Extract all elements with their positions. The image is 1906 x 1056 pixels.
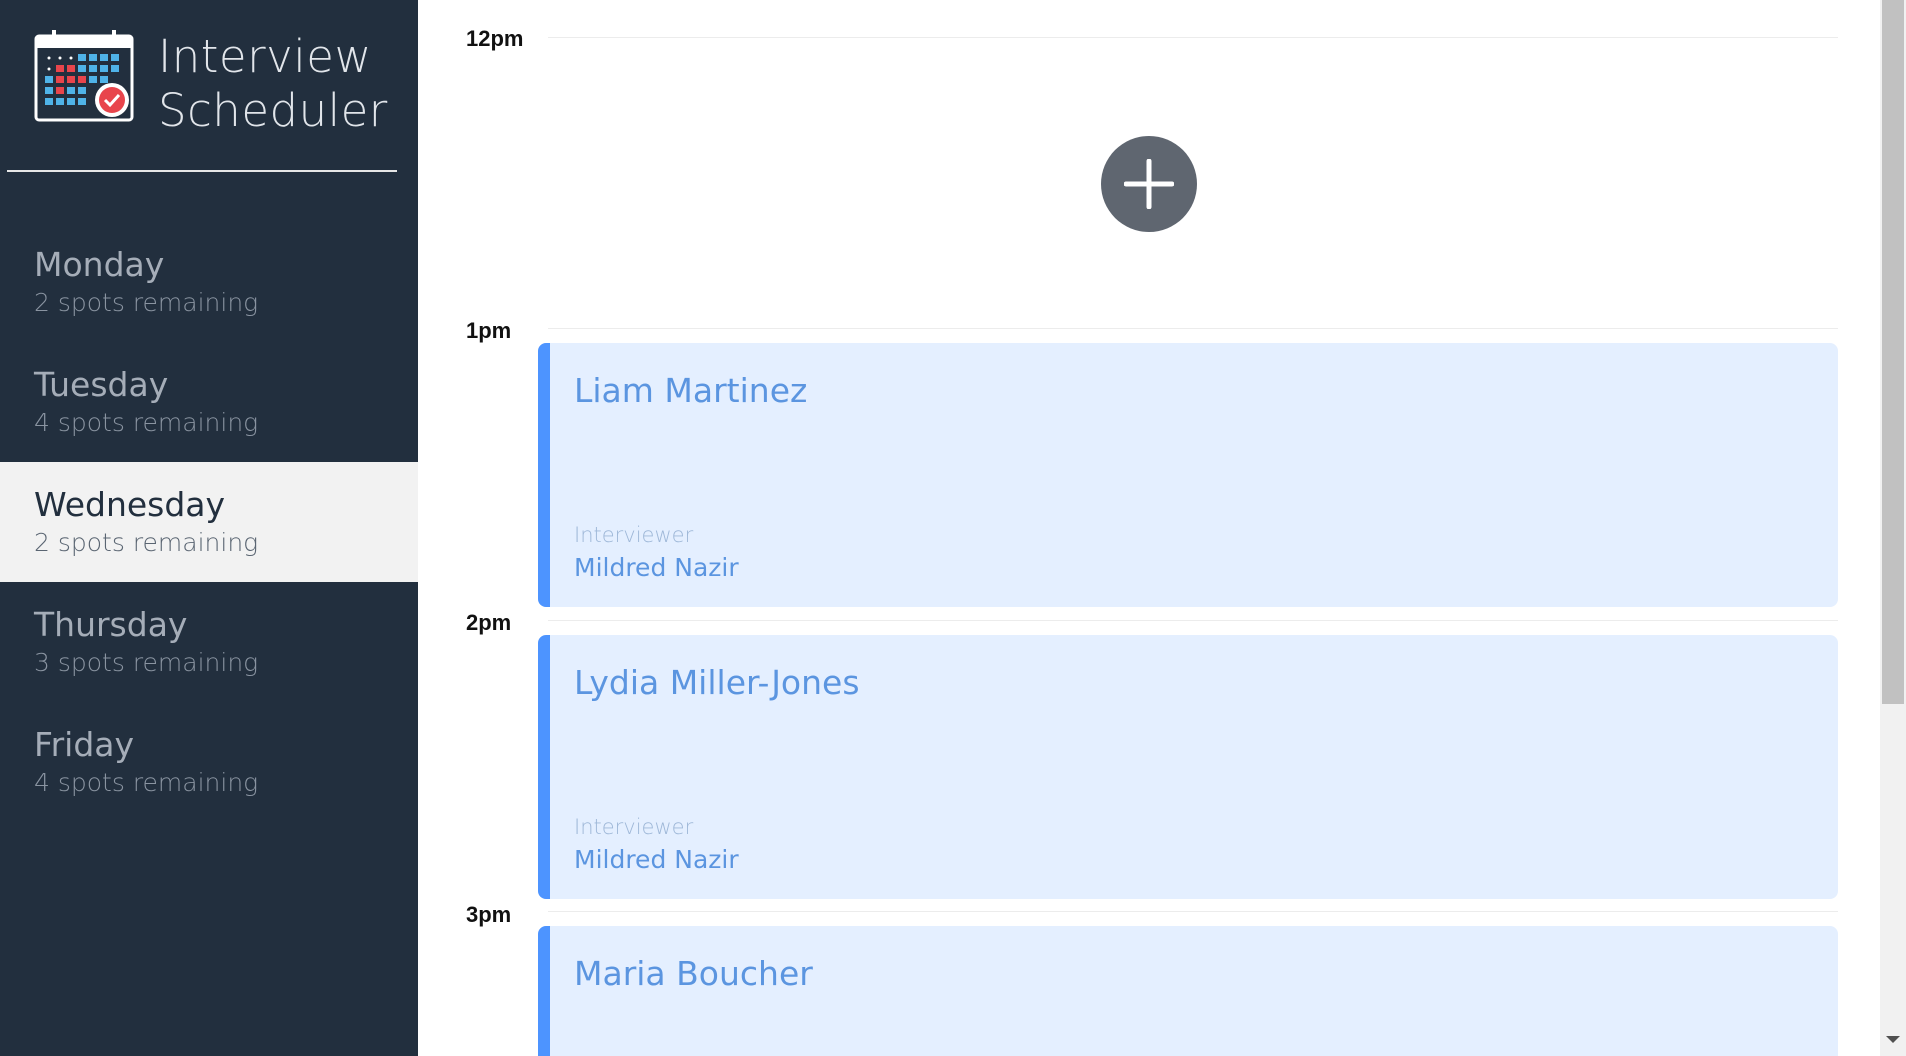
add-appointment-button[interactable] [1101, 136, 1197, 232]
hour-divider [548, 37, 1838, 38]
day-name: Tuesday [34, 365, 169, 404]
interviewer-label: Interviewer [574, 523, 694, 547]
interviewer-name: Mildred Nazir [574, 553, 739, 582]
student-name: Liam Martinez [574, 371, 808, 410]
student-name: Lydia Miller-Jones [574, 663, 860, 702]
interviewer-label: Interviewer [574, 815, 694, 839]
sidebar-divider [7, 170, 397, 172]
day-item-monday[interactable]: Monday 2 spots remaining [0, 222, 418, 342]
time-label-2pm: 2pm [466, 610, 512, 635]
day-item-wednesday[interactable]: Wednesday 2 spots remaining [0, 462, 418, 582]
hour-divider [548, 911, 1838, 912]
time-label-12pm: 12pm [466, 26, 524, 51]
student-name: Maria Boucher [574, 954, 813, 993]
app-title: Interview Scheduler [158, 30, 388, 138]
scrollbar-thumb[interactable] [1882, 0, 1904, 704]
calendar-logo-icon [34, 28, 136, 122]
day-name: Wednesday [34, 485, 226, 524]
app-title-line2: Scheduler [158, 84, 388, 137]
day-list: Monday 2 spots remaining Tuesday 4 spots… [0, 222, 418, 822]
appointment-card[interactable]: Maria Boucher [538, 926, 1838, 1056]
day-item-tuesday[interactable]: Tuesday 4 spots remaining [0, 342, 418, 462]
day-name: Monday [34, 245, 165, 284]
plus-icon [1124, 159, 1174, 209]
time-label-1pm: 1pm [466, 318, 512, 343]
interviewer-name: Mildred Nazir [574, 845, 739, 874]
day-spots-remaining: 4 spots remaining [34, 768, 259, 797]
sidebar: Interview Scheduler Monday 2 spots remai… [0, 0, 418, 1056]
scroll-down-arrow-icon[interactable] [1886, 1036, 1900, 1043]
vertical-scrollbar[interactable] [1880, 0, 1906, 1056]
day-item-friday[interactable]: Friday 4 spots remaining [0, 702, 418, 822]
day-spots-remaining: 3 spots remaining [34, 648, 259, 677]
day-spots-remaining: 2 spots remaining [34, 288, 259, 317]
appointment-card[interactable]: Lydia Miller-Jones Interviewer Mildred N… [538, 635, 1838, 899]
day-item-thursday[interactable]: Thursday 3 spots remaining [0, 582, 418, 702]
app-title-line1: Interview [158, 30, 372, 83]
day-spots-remaining: 2 spots remaining [34, 528, 259, 557]
time-label-3pm: 3pm [466, 902, 512, 927]
appointment-card[interactable]: Liam Martinez Interviewer Mildred Nazir [538, 343, 1838, 607]
schedule: 12pm 1pm Liam Martinez Interviewer Mildr… [418, 0, 1880, 1056]
day-name: Friday [34, 725, 135, 764]
hour-divider [548, 620, 1838, 621]
day-name: Thursday [34, 605, 188, 644]
hour-divider [548, 328, 1838, 329]
day-spots-remaining: 4 spots remaining [34, 408, 259, 437]
